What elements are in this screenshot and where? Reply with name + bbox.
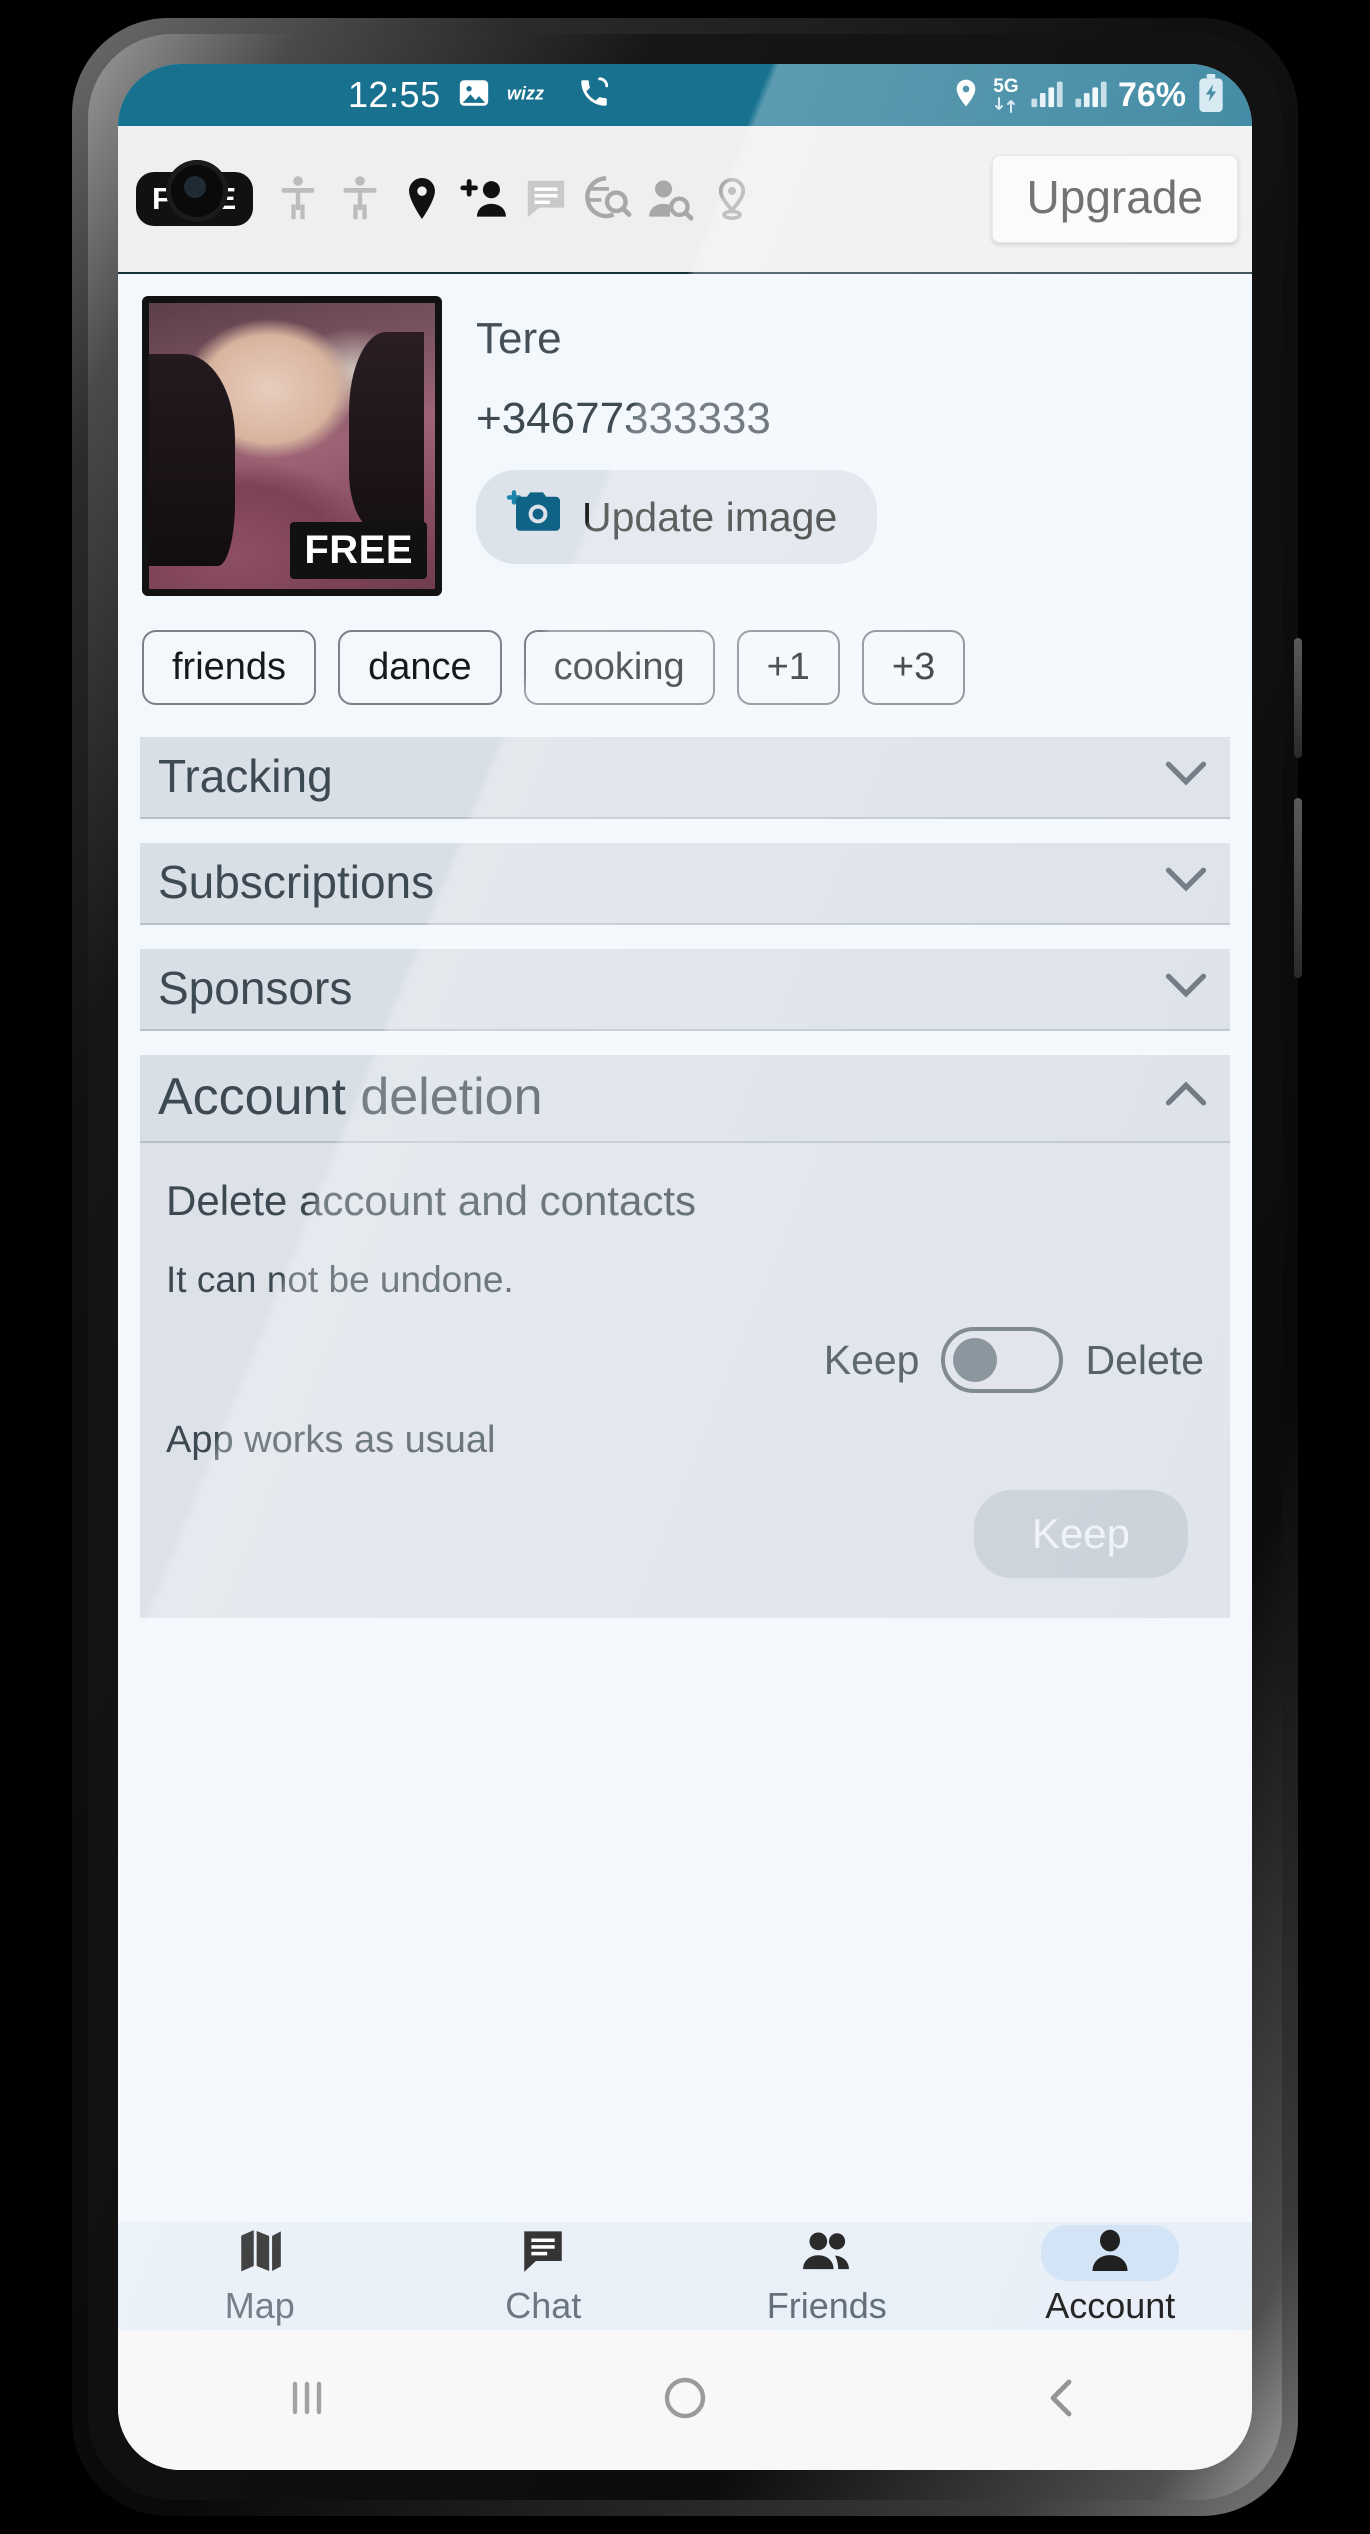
section-title: Account deletion [158, 1068, 543, 1126]
keep-button-row: Keep [166, 1490, 1204, 1578]
add-photo-camera-icon [506, 488, 562, 546]
chat-bubble-icon[interactable] [515, 168, 577, 230]
chevron-down-icon [1164, 759, 1208, 793]
home-button[interactable] [661, 2374, 709, 2427]
nav-label-chat: Chat [505, 2285, 582, 2326]
app-status-text: App works as usual [166, 1419, 496, 1461]
section-title: Sponsors [158, 962, 353, 1014]
chevron-up-icon [1164, 1080, 1208, 1114]
chevron-down-icon [1164, 865, 1208, 899]
status-bar-right: 5G 76% [950, 73, 1226, 117]
settings-sections: Tracking Subscriptions Sponsors Account … [118, 705, 1252, 1618]
avatar-free-badge: FREE [290, 522, 427, 579]
add-person-icon[interactable] [453, 168, 515, 230]
nav-item-chat[interactable]: Chat [402, 2222, 686, 2330]
toolbar-icon-group [267, 168, 763, 230]
people-icon [800, 2226, 854, 2281]
keep-delete-toggle[interactable] [941, 1327, 1064, 1393]
chat-bubble-icon [518, 2226, 568, 2281]
nav-item-account[interactable]: Account [969, 2222, 1253, 2330]
account-deletion-panel: Delete account and contacts It can not b… [140, 1143, 1230, 1618]
nav-item-friends[interactable]: Friends [685, 2222, 969, 2330]
svg-text:wizz: wizz [507, 83, 544, 103]
map-icon [235, 2226, 285, 2281]
network-type-label: 5G [993, 75, 1019, 97]
back-button[interactable] [1039, 2374, 1087, 2427]
toggle-knob [953, 1338, 998, 1382]
wizz-logo-icon: wizz [507, 80, 561, 111]
location-pin-icon[interactable] [391, 168, 453, 230]
signal-bars-icon [1074, 78, 1108, 113]
android-system-navigation [118, 2330, 1252, 2470]
battery-percent-label: 76% [1117, 75, 1186, 114]
chevron-down-icon [1164, 971, 1208, 1005]
battery-charging-icon [1196, 73, 1226, 117]
location-pin-icon [950, 77, 982, 114]
status-time: 12:55 [348, 74, 441, 115]
volume-button[interactable] [1294, 798, 1302, 978]
avatar-decor [149, 354, 235, 567]
person-standing-icon[interactable] [267, 168, 329, 230]
delete-account-heading: Delete account and contacts [166, 1177, 697, 1224]
top-toolbar: FREE [118, 126, 1252, 274]
nav-label-friends: Friends [766, 2285, 887, 2326]
section-title: Subscriptions [158, 856, 435, 908]
tag-chip[interactable]: dance [338, 630, 502, 705]
bottom-navigation-bar: Map Chat Friends Account [118, 2222, 1252, 2330]
delete-account-warning: It can not be undone. [166, 1259, 514, 1300]
section-header-sponsors[interactable]: Sponsors [140, 949, 1230, 1031]
toggle-label-keep: Keep [823, 1336, 920, 1383]
profile-meta: Tere +34677333333 Update image [476, 296, 878, 596]
recents-button[interactable] [283, 2374, 331, 2427]
nav-item-map[interactable]: Map [118, 2222, 402, 2330]
section-header-account-deletion[interactable]: Account deletion [140, 1055, 1230, 1143]
phone-bezel: 12:55 wizz 5G 76% Upgrade FREE Tere +346… [88, 34, 1282, 2500]
upgrade-button[interactable]: Upgrade [991, 155, 1238, 243]
interest-tags-row[interactable]: friends dance cooking +1 +3 [118, 596, 1252, 705]
image-icon [457, 76, 491, 115]
phone-call-icon [577, 76, 611, 115]
front-camera-punch-hole [166, 160, 228, 222]
nav-pill-active [1041, 2225, 1180, 2281]
profile-phone: +34677333333 [476, 394, 771, 443]
globe-search-icon[interactable] [577, 168, 639, 230]
keep-confirm-button[interactable]: Keep [973, 1490, 1188, 1578]
person-standing-icon[interactable] [329, 168, 391, 230]
signal-bars-icon [1030, 78, 1064, 113]
person-icon [1085, 2226, 1135, 2281]
update-image-button[interactable]: Update image [476, 470, 878, 564]
avatar-decor [349, 331, 424, 532]
profile-row: FREE Tere +34677333333 Update image [118, 274, 1252, 596]
phone-frame: 12:55 wizz 5G 76% Upgrade FREE Tere +346… [72, 18, 1302, 2516]
profile-name: Tere [476, 314, 562, 363]
phone-screen: 12:55 wizz 5G 76% Upgrade FREE Tere +346… [118, 64, 1252, 2470]
account-page-content: FREE Tere +34677333333 Update image frie… [118, 274, 1252, 2222]
avatar[interactable]: FREE [142, 296, 442, 596]
tag-chip[interactable]: friends [142, 630, 317, 705]
nav-pill [756, 2225, 898, 2281]
tag-chip[interactable]: cooking [523, 630, 715, 705]
section-title: Tracking [158, 750, 333, 802]
keep-delete-toggle-row: Keep Delete [166, 1327, 1204, 1393]
update-image-label: Update image [582, 493, 838, 540]
nav-label-map: Map [224, 2285, 295, 2326]
nav-pill [191, 2225, 329, 2281]
status-bar-left: 12:55 wizz [348, 76, 611, 115]
pin-outline-icon[interactable] [701, 168, 763, 230]
person-search-icon[interactable] [639, 168, 701, 230]
section-header-tracking[interactable]: Tracking [140, 737, 1230, 819]
tag-chip[interactable]: +1 [736, 630, 840, 705]
nav-label-account: Account [1045, 2285, 1176, 2326]
status-bar: 12:55 wizz 5G 76% [118, 64, 1252, 126]
toggle-label-delete: Delete [1085, 1336, 1204, 1383]
nav-pill [474, 2225, 612, 2281]
network-type-indicator: 5G [992, 77, 1020, 114]
phone-inner-bezel: 12:55 wizz 5G 76% Upgrade FREE Tere +346… [118, 64, 1252, 2470]
power-button[interactable] [1294, 638, 1302, 758]
section-header-subscriptions[interactable]: Subscriptions [140, 843, 1230, 925]
tag-chip[interactable]: +3 [861, 630, 966, 705]
